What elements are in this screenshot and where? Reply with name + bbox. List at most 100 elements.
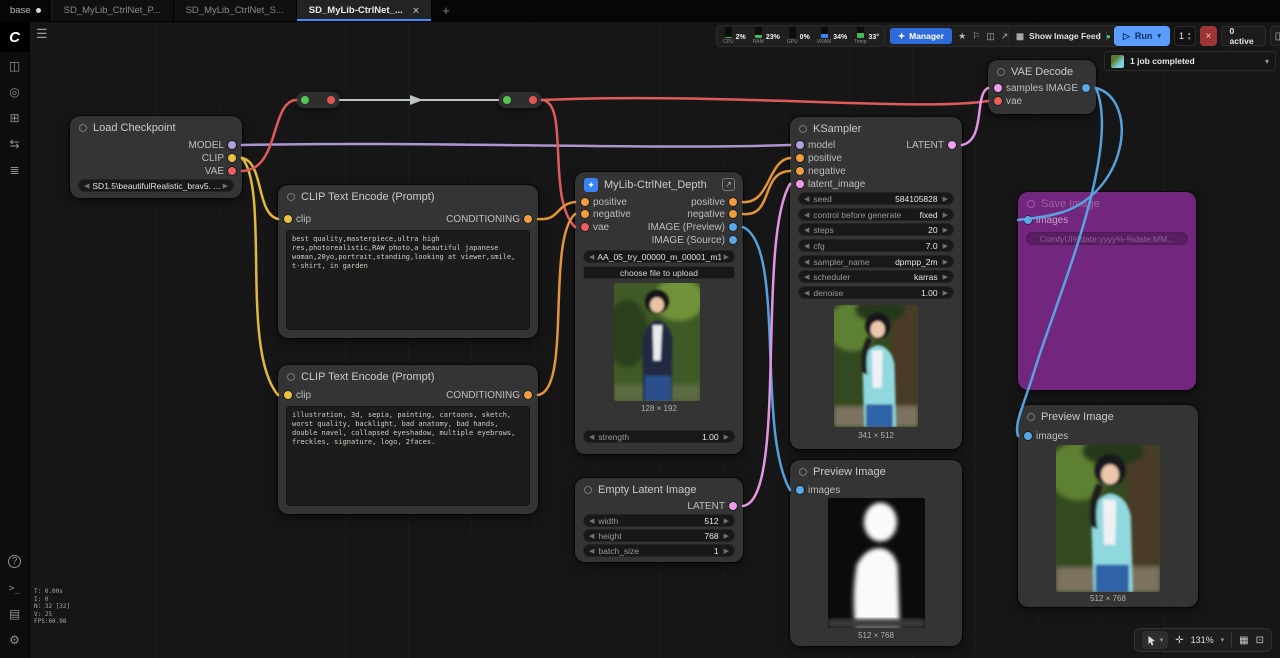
depth-map-preview[interactable]	[828, 498, 925, 628]
steps-widget[interactable]: ◀steps20▶	[798, 223, 954, 236]
node-clip-text-encode-negative[interactable]: CLIP Text Encode (Prompt) clip CONDITION…	[278, 365, 538, 514]
port-dot-latent[interactable]	[948, 141, 956, 149]
canvas-menu-icon[interactable]: ☰	[36, 26, 48, 42]
node-clip-text-encode-positive[interactable]: CLIP Text Encode (Prompt) clip CONDITION…	[278, 185, 538, 338]
right-arrow-icon[interactable]: ▶	[943, 211, 948, 219]
reroute-node[interactable]	[296, 92, 340, 108]
left-arrow-icon[interactable]: ◀	[804, 211, 809, 219]
control-before-generate-widget[interactable]: ◀control before generatefixed▶	[798, 208, 954, 221]
port-dot-clip[interactable]	[284, 391, 292, 399]
port-dot-conditioning[interactable]	[796, 167, 804, 175]
logs-icon[interactable]: ▤	[0, 602, 30, 626]
batch-count-input[interactable]: 1 ▲▼	[1174, 26, 1196, 46]
left-arrow-icon[interactable]: ◀	[589, 547, 594, 555]
right-arrow-icon[interactable]: ▶	[943, 226, 948, 234]
port-dot-conditioning[interactable]	[524, 215, 532, 223]
right-arrow-icon[interactable]: ▶	[724, 253, 729, 261]
chevron-down-icon[interactable]: ▾	[1160, 636, 1164, 644]
expand-node-icon[interactable]: ↗	[722, 178, 735, 191]
collapse-dot-icon[interactable]	[301, 96, 309, 104]
port-dot-image[interactable]	[729, 236, 737, 244]
left-arrow-icon[interactable]: ◀	[804, 273, 809, 281]
manager-button[interactable]: ✦Manager	[890, 28, 952, 44]
workflow-tab-2[interactable]: SD_MyLib_CtrlNet_S...	[174, 0, 297, 21]
node-vae-decode[interactable]: VAE Decode samples vae IMAGE	[988, 60, 1096, 114]
box-icon[interactable]: ◫	[986, 31, 995, 42]
port-dot-model[interactable]	[796, 141, 804, 149]
cancel-queue-button[interactable]: ×	[1200, 26, 1216, 46]
port-dot-conditioning[interactable]	[581, 210, 589, 218]
port-dot-output[interactable]	[529, 96, 537, 104]
reroute-node[interactable]	[498, 92, 542, 108]
pointer-tool[interactable]: ▾	[1142, 631, 1169, 649]
collapse-dot-icon[interactable]	[287, 193, 295, 201]
queue-icon[interactable]: ◫	[0, 54, 30, 78]
port-dot-image[interactable]	[729, 223, 737, 231]
run-options-chevron-icon[interactable]: ▾	[1157, 32, 1161, 40]
fit-view-icon[interactable]: ✛	[1175, 635, 1183, 646]
node-mylib-ctrlnet-depth[interactable]: ✦MyLib-CtrlNet_Depth ↗ positive negative…	[575, 172, 743, 454]
right-arrow-icon[interactable]: ▶	[724, 547, 729, 555]
view-icon[interactable]: ◎	[0, 80, 30, 104]
left-arrow-icon[interactable]: ◀	[589, 433, 594, 441]
node-preview-image-final[interactable]: Preview Image images 512 × 768	[1018, 405, 1198, 607]
prompt-textarea[interactable]: best quality,masterpiece,ultra high res,…	[286, 230, 530, 330]
new-tab-button[interactable]: +	[432, 0, 460, 21]
port-dot-conditioning[interactable]	[729, 198, 737, 206]
job-history-dropdown[interactable]: 1 job completed ▾	[1104, 51, 1276, 71]
cfg-widget[interactable]: ◀cfg7.0▶	[798, 239, 954, 252]
denoise-widget[interactable]: ◀denoise1.00▶	[798, 286, 954, 299]
width-widget[interactable]: ◀width512▶	[583, 514, 735, 527]
focus-mode-icon[interactable]: ⊡	[1256, 635, 1264, 646]
left-arrow-icon[interactable]: ◀	[804, 226, 809, 234]
left-arrow-icon[interactable]: ◀	[589, 517, 594, 525]
chevron-down-icon[interactable]: ▾	[1221, 636, 1225, 644]
filename-prefix-widget[interactable]: ComfyUI%date:yyyy%-%date:MM...	[1026, 232, 1188, 245]
collapse-dot-icon[interactable]	[997, 68, 1005, 76]
node-save-image-bypassed[interactable]: Save Image images ComfyUI%date:yyyy%-%da…	[1018, 192, 1196, 390]
help-icon[interactable]: ?	[8, 555, 21, 568]
node-ksampler[interactable]: KSampler model positive negative latent_…	[790, 117, 962, 449]
port-dot-image[interactable]	[1024, 216, 1032, 224]
node-preview-image-depth[interactable]: Preview Image images 512 × 768	[790, 460, 962, 646]
port-dot-vae[interactable]	[581, 223, 589, 231]
port-dot-clip[interactable]	[284, 215, 292, 223]
latent-preview-image[interactable]	[834, 305, 918, 427]
port-dot-vae[interactable]	[228, 167, 236, 175]
right-arrow-icon[interactable]: ▶	[943, 258, 948, 266]
image-file-combo[interactable]: ◀ AA_05_try_00000_m_00001_m1... ▶	[583, 250, 735, 263]
node-load-checkpoint[interactable]: Load Checkpoint MODEL CLIP VAE ◀ SD1.5\b…	[70, 116, 242, 198]
final-image-preview[interactable]	[1056, 445, 1160, 592]
right-arrow-icon[interactable]: ▶	[724, 433, 729, 441]
collapse-dot-icon[interactable]	[1027, 200, 1035, 208]
port-dot-model[interactable]	[228, 141, 236, 149]
collapse-dot-icon[interactable]	[79, 124, 87, 132]
port-dot-conditioning[interactable]	[729, 210, 737, 218]
left-arrow-icon[interactable]: ◀	[804, 258, 809, 266]
port-dot-image[interactable]	[796, 486, 804, 494]
workflows-icon[interactable]: ≣	[0, 158, 30, 182]
settings-gear-icon[interactable]: ⚙	[0, 628, 30, 652]
left-arrow-icon[interactable]: ◀	[804, 242, 809, 250]
collapse-dot-icon[interactable]	[584, 486, 592, 494]
port-dot-latent[interactable]	[796, 180, 804, 188]
close-tab-icon[interactable]: ×	[413, 5, 419, 17]
collapse-dot-icon[interactable]	[799, 125, 807, 133]
right-arrow-icon[interactable]: ▶	[943, 242, 948, 250]
right-arrow-icon[interactable]: ▶	[724, 517, 729, 525]
right-arrow-icon[interactable]: ▶	[724, 532, 729, 540]
collapse-dot-icon[interactable]	[1027, 413, 1035, 421]
left-arrow-icon[interactable]: ◀	[84, 182, 89, 190]
toggle-panel-icon[interactable]: ◨	[1270, 26, 1280, 46]
left-arrow-icon[interactable]: ◀	[589, 253, 594, 261]
sampler-name-widget[interactable]: ◀sampler_namedpmpp_2m▶	[798, 255, 954, 268]
chevron-down-icon[interactable]: ▾	[1265, 57, 1269, 66]
workspace-tab[interactable]: base	[0, 0, 52, 21]
port-dot-output[interactable]	[327, 96, 335, 104]
star-icon[interactable]: ★	[958, 31, 966, 42]
left-arrow-icon[interactable]: ◀	[804, 289, 809, 297]
port-dot-vae[interactable]	[994, 97, 1002, 105]
seed-widget[interactable]: ◀seed584105828▶	[798, 192, 954, 205]
right-arrow-icon[interactable]: ▶	[223, 182, 228, 190]
model-library-icon[interactable]: ⇆	[0, 132, 30, 156]
